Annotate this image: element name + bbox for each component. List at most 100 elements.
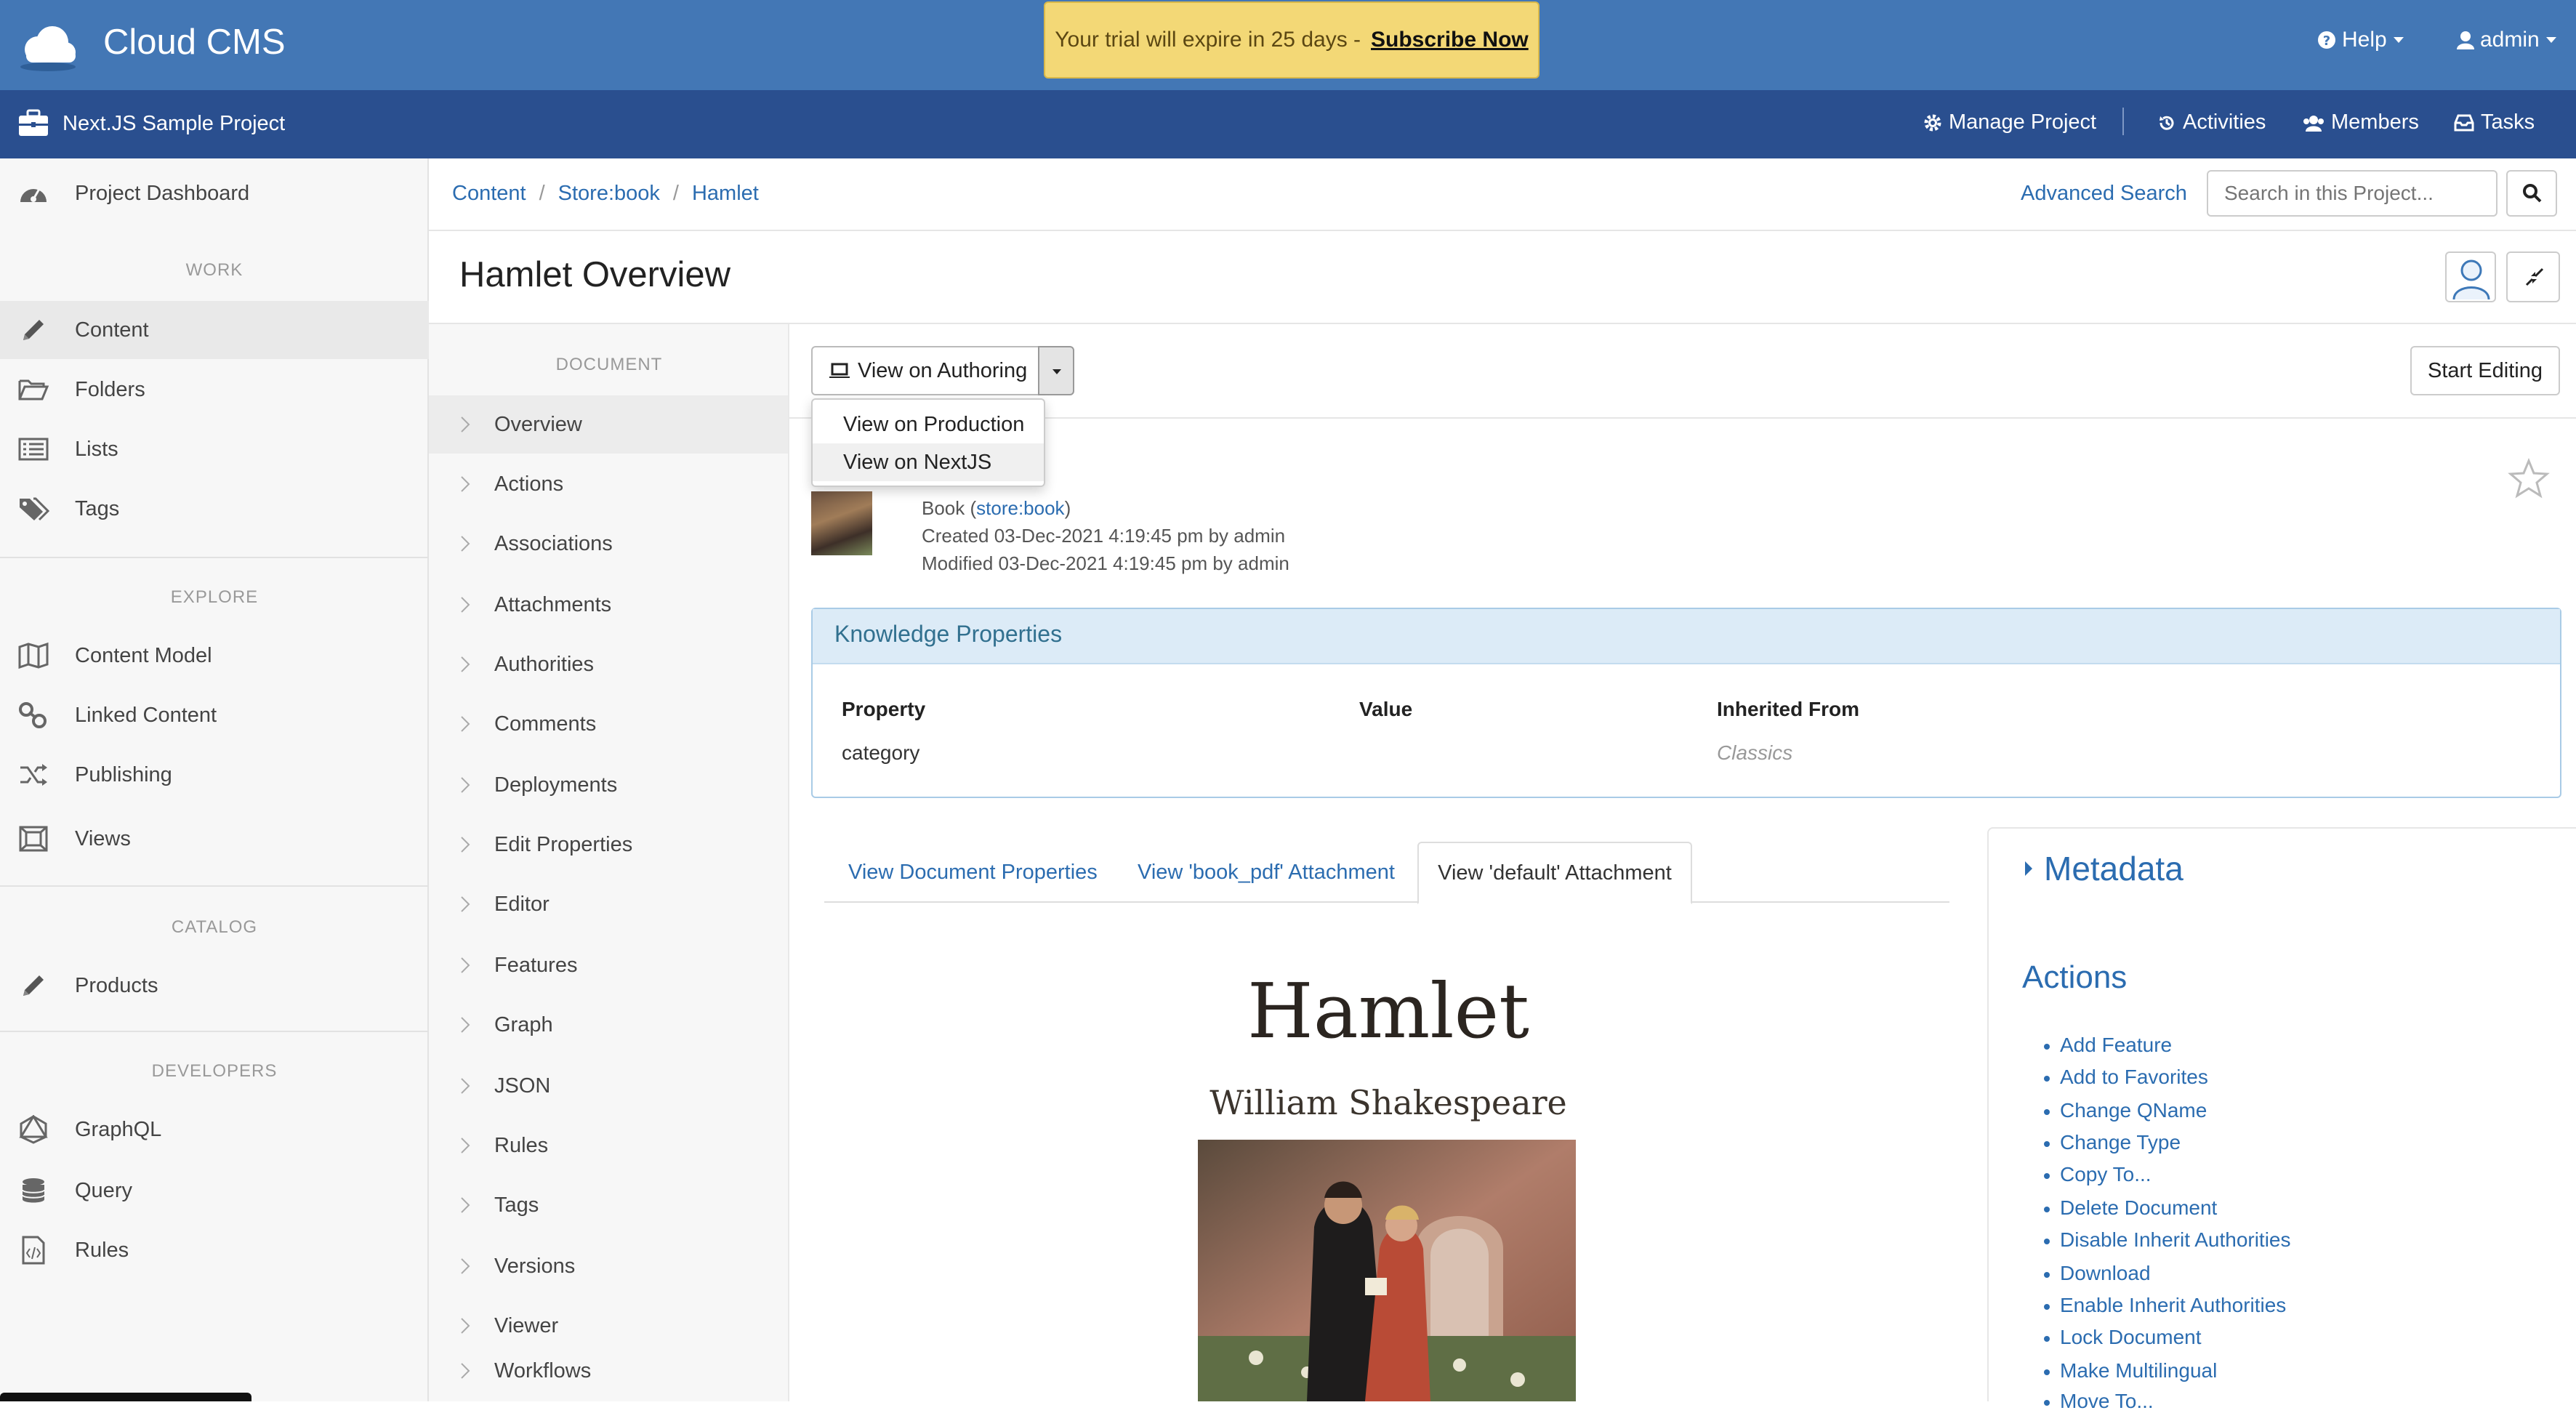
doc-nav-item-graph[interactable]: Graph (429, 996, 788, 1054)
doc-nav-item-comments[interactable]: Comments (429, 695, 788, 753)
action-copy-to[interactable]: Copy To... (2044, 1163, 2152, 1186)
action-disable-inherit-authorities[interactable]: Disable Inherit Authorities (2044, 1228, 2291, 1252)
action-change-type[interactable]: Change Type (2043, 1131, 2181, 1154)
chevron-right-icon (458, 1316, 472, 1336)
sidebar-item-graphql[interactable]: GraphQL (0, 1100, 429, 1159)
doc-nav-item-editor[interactable]: Editor (429, 875, 788, 933)
chevron-right-icon (458, 955, 472, 975)
sidebar-divider (0, 1031, 429, 1032)
user-menu[interactable]: admin (2457, 28, 2557, 52)
activities-link[interactable]: Activities (2157, 110, 2266, 134)
menu-item-view-on-production[interactable]: View on Production (813, 406, 1044, 443)
action-enable-inherit-authorities[interactable]: Enable Inherit Authorities (2043, 1294, 2286, 1317)
view-dropdown-toggle[interactable] (1038, 346, 1074, 395)
favorite-star-icon[interactable] (2508, 458, 2550, 500)
document-type-link[interactable]: store:book (976, 497, 1064, 519)
doc-nav-label: Actions (494, 472, 564, 496)
action-change-qname[interactable]: Change QName (2043, 1099, 2207, 1122)
sidebar-item-publishing[interactable]: Publishing (0, 746, 429, 804)
document-thumbnail[interactable] (811, 491, 872, 555)
action-make-multilingual[interactable]: Make Multilingual (2043, 1359, 2217, 1382)
view-button-label: View on Authoring (858, 358, 1028, 382)
tab-view-default-attachment[interactable]: View 'default' Attachment (1417, 842, 1692, 904)
doc-nav-item-workflows[interactable]: Workflows (429, 1342, 788, 1400)
doc-nav-label: Comments (494, 712, 597, 736)
sidebar-item-label: Project Dashboard (75, 182, 250, 205)
laptop-icon (829, 362, 850, 379)
tasks-link[interactable]: Tasks (2454, 110, 2535, 134)
doc-nav-item-attachments[interactable]: Attachments (429, 576, 788, 634)
action-download[interactable]: Download (2044, 1262, 2151, 1285)
action-move-to[interactable]: Move To... (2044, 1390, 2154, 1413)
doc-nav-item-rules[interactable]: Rules (429, 1116, 788, 1175)
members-link[interactable]: Members (2303, 110, 2419, 134)
menu-item-view-on-nextjs[interactable]: View on NextJS (813, 443, 1044, 481)
tab-view-book-pdf-attachment[interactable]: View 'book_pdf' Attachment (1138, 842, 1395, 903)
chevron-right-icon (458, 1361, 472, 1381)
sidebar-item-lists[interactable]: Lists (0, 420, 429, 478)
doc-nav-item-json[interactable]: JSON (429, 1057, 788, 1115)
search-input[interactable] (2207, 170, 2497, 217)
doc-nav-label: Features (494, 954, 578, 977)
sidebar-item-tags[interactable]: Tags (0, 480, 429, 538)
doc-nav-item-overview[interactable]: Overview (429, 395, 788, 454)
sidebar-item-label: Lists (75, 438, 118, 461)
action-add-to-favorites[interactable]: Add to Favorites (2044, 1066, 2208, 1089)
project-title[interactable]: Next.JS Sample Project (63, 112, 285, 136)
collapse-button[interactable] (2506, 251, 2560, 302)
activities-label: Activities (2183, 110, 2266, 134)
subscribe-link[interactable]: Subscribe Now (1371, 28, 1529, 52)
metadata-toggle[interactable]: Metadata (2024, 849, 2183, 888)
graphql-icon (17, 1115, 49, 1144)
tab-view-document-properties[interactable]: View Document Properties (848, 842, 1098, 903)
action-add-feature[interactable]: Add Feature (2043, 1034, 2172, 1057)
document-type: Book (store:book) (922, 497, 1071, 520)
doc-nav-item-authorities[interactable]: Authorities (429, 635, 788, 693)
breadcrumb-item-content[interactable]: Content (452, 182, 526, 206)
sidebar-item-query[interactable]: Query (0, 1162, 429, 1220)
sidebar-item-project-dashboard[interactable]: Project Dashboard (0, 164, 429, 222)
sidebar-item-products[interactable]: Products (0, 957, 429, 1015)
advanced-search-link[interactable]: Advanced Search (2021, 182, 2187, 206)
doc-nav-item-features[interactable]: Features (429, 936, 788, 994)
view-on-authoring-button[interactable]: View on Authoring (811, 346, 1039, 395)
metadata-label: Metadata (2044, 850, 2183, 887)
tags-icon (17, 494, 49, 523)
chevron-right-icon (458, 1256, 472, 1276)
action-lock-document[interactable]: Lock Document (2044, 1326, 2202, 1349)
doc-nav-item-edit-properties[interactable]: Edit Properties (429, 816, 788, 874)
action-delete-document[interactable]: Delete Document (2043, 1196, 2217, 1220)
doc-nav-item-versions[interactable]: Versions (429, 1237, 788, 1295)
link-icon (17, 701, 49, 730)
sidebar-item-content[interactable]: Content (0, 301, 429, 359)
sidebar-item-linked-content[interactable]: Linked Content (0, 686, 429, 744)
manage-project-label: Manage Project (1949, 110, 2097, 134)
sidebar-item-content-model[interactable]: Content Model (0, 627, 429, 685)
cloud-logo-icon[interactable] (16, 16, 79, 74)
chevron-right-icon (458, 595, 472, 615)
breadcrumb: Content / Store:book / Hamlet (452, 182, 759, 206)
doc-nav-item-actions[interactable]: Actions (429, 455, 788, 513)
search-button[interactable] (2506, 170, 2557, 217)
breadcrumb-item-hamlet[interactable]: Hamlet (692, 182, 759, 206)
doc-nav-item-deployments[interactable]: Deployments (429, 756, 788, 814)
database-icon (17, 1176, 49, 1205)
document-modified: Modified 03-Dec-2021 4:19:45 pm by admin (922, 552, 1289, 574)
sidebar-item-views[interactable]: Views (0, 810, 429, 868)
manage-project-link[interactable]: Manage Project (1923, 110, 2096, 134)
bottom-scrollbar[interactable] (0, 1393, 251, 1401)
app-title[interactable]: Cloud CMS (103, 22, 286, 63)
actions-heading: Actions (2022, 959, 2128, 995)
chevron-right-icon (458, 834, 472, 855)
avatar-button[interactable] (2445, 251, 2496, 302)
breadcrumb-item-store-book[interactable]: Store:book (558, 182, 660, 206)
sidebar-item-rules[interactable]: Rules (0, 1221, 429, 1279)
doc-nav-item-tags[interactable]: Tags (429, 1176, 788, 1234)
sidebar-section-work: WORK (185, 260, 243, 280)
start-editing-button[interactable]: Start Editing (2410, 346, 2560, 395)
help-menu[interactable]: ? Help (2317, 28, 2404, 52)
column-header-value: Value (1359, 698, 1413, 720)
doc-nav-item-associations[interactable]: Associations (429, 515, 788, 573)
doc-nav-label: JSON (494, 1074, 551, 1098)
sidebar-item-folders[interactable]: Folders (0, 361, 429, 419)
